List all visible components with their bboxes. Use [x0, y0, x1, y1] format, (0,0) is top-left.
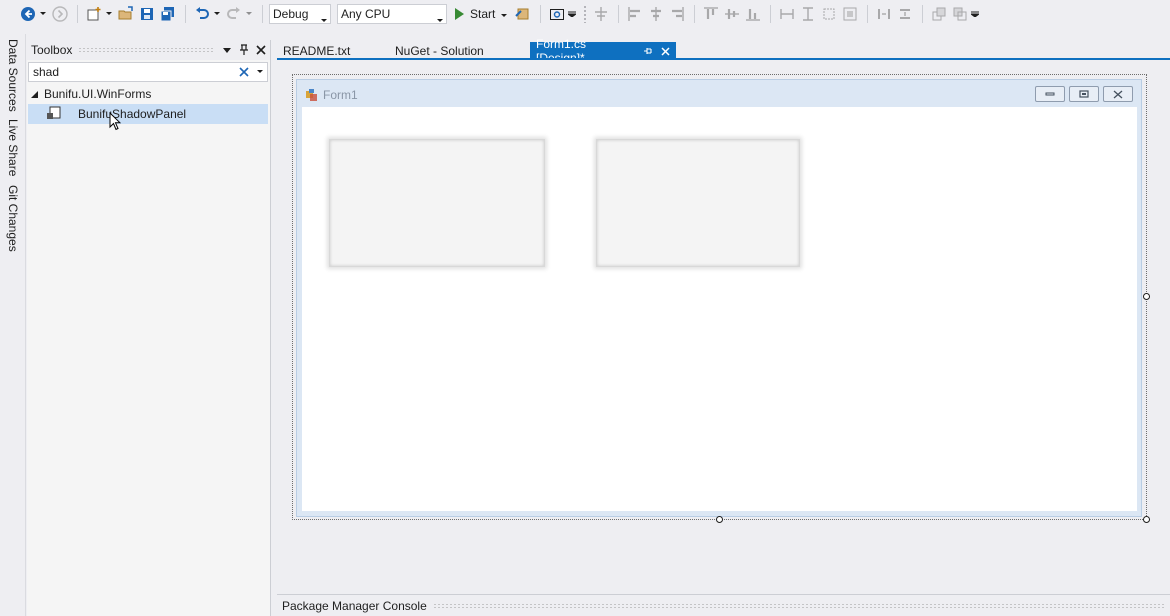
toolbox-group-label: Bunifu.UI.WinForms — [44, 87, 152, 101]
form-title: Form1 — [323, 88, 358, 102]
align-bottoms-icon[interactable] — [743, 4, 763, 24]
open-file-icon[interactable] — [116, 4, 136, 24]
new-project-dropdown-icon[interactable] — [105, 4, 113, 24]
close-button[interactable] — [1103, 86, 1133, 102]
side-tab-live-share[interactable]: Live Share — [6, 119, 20, 176]
form-caption-buttons — [1031, 86, 1133, 102]
size-to-grid-icon[interactable] — [840, 4, 860, 24]
start-label: Start — [470, 7, 496, 21]
align-lefts-icon[interactable] — [625, 4, 645, 24]
tab-label: NuGet - Solution — [395, 44, 484, 58]
bring-to-front-icon[interactable] — [929, 4, 949, 24]
redo-icon[interactable] — [224, 4, 244, 24]
side-tab-strip: Data Sources Live Share Git Changes — [0, 34, 26, 616]
toolbox-grip[interactable] — [78, 47, 213, 53]
toolbar-separator — [618, 5, 620, 23]
component-icon — [46, 106, 62, 122]
search-options-dropdown-icon[interactable] — [255, 70, 265, 74]
configuration-value: Debug — [273, 7, 309, 21]
toolbox-group-bunifu[interactable]: Bunifu.UI.WinForms — [31, 85, 151, 103]
toolbox-item-shadow-panel[interactable]: BunifuShadowPanel — [28, 104, 268, 124]
expanded-triangle-icon[interactable] — [31, 90, 38, 98]
toolbox-search-input[interactable] — [29, 63, 237, 81]
form-client-area[interactable] — [302, 107, 1137, 511]
toolbar-separator — [185, 5, 186, 23]
align-middles-icon[interactable] — [722, 4, 742, 24]
package-manager-console-tab[interactable]: Package Manager Console — [277, 594, 1170, 616]
navigate-back-dropdown-icon[interactable] — [39, 4, 47, 24]
toolbar-separator — [770, 5, 772, 23]
maximize-button[interactable] — [1069, 86, 1099, 102]
overflow-dropdown-icon[interactable] — [568, 4, 577, 24]
resize-handle-bottom[interactable] — [716, 516, 723, 523]
toolbox-item-label: BunifuShadowPanel — [78, 107, 187, 121]
align-centers-icon[interactable] — [646, 4, 666, 24]
close-icon[interactable] — [253, 42, 269, 58]
pin-tab-icon[interactable] — [643, 47, 653, 55]
document-tab-well: README.txt NuGet - Solution Form1.cs [De… — [277, 37, 1170, 65]
platform-select[interactable]: Any CPU — [337, 4, 447, 24]
browser-link-icon[interactable] — [513, 4, 533, 24]
toolbox-panel: Toolbox Bunifu.UI.WinForms BunifuShadowP… — [27, 40, 271, 616]
align-tops-icon[interactable] — [701, 4, 721, 24]
make-same-height-icon[interactable] — [798, 4, 818, 24]
pin-icon[interactable] — [236, 42, 252, 58]
toolbar-separator — [694, 5, 696, 23]
bottom-panel-label: Package Manager Console — [282, 598, 427, 613]
align-to-grid-icon[interactable] — [591, 4, 611, 24]
mouse-cursor-icon — [109, 111, 122, 134]
toolbar-separator — [540, 5, 542, 23]
toolbar-separator — [867, 5, 869, 23]
resize-handle-right[interactable] — [1143, 293, 1150, 300]
play-icon — [455, 8, 464, 20]
vertical-spacing-icon[interactable] — [895, 4, 915, 24]
clear-search-icon[interactable] — [237, 65, 251, 79]
form-title-bar: Form1 — [305, 88, 358, 102]
toolbox-search-box — [28, 62, 268, 82]
designer-form-window[interactable]: Form1 — [296, 79, 1142, 517]
form-designer-surface[interactable]: Form1 — [277, 60, 1170, 588]
shadow-panel-1[interactable] — [329, 139, 545, 267]
main-toolbar: Debug Any CPU Start — [0, 0, 1170, 28]
chevron-down-icon[interactable] — [501, 7, 508, 21]
save-all-icon[interactable] — [158, 4, 178, 24]
toolbar-grip[interactable] — [583, 5, 588, 23]
close-tab-icon[interactable] — [661, 46, 670, 56]
undo-icon[interactable] — [192, 4, 212, 24]
configuration-select[interactable]: Debug — [269, 4, 331, 24]
toolbar-separator — [77, 5, 78, 23]
navigate-forward-icon[interactable] — [50, 4, 70, 24]
horizontal-spacing-icon[interactable] — [874, 4, 894, 24]
save-icon[interactable] — [137, 4, 157, 24]
side-tab-git-changes[interactable]: Git Changes — [6, 185, 20, 252]
screenshot-camera-icon[interactable] — [547, 4, 567, 24]
tab-label: README.txt — [283, 44, 351, 58]
side-tab-data-sources[interactable]: Data Sources — [6, 39, 20, 112]
platform-value: Any CPU — [341, 7, 391, 21]
window-position-dropdown-icon[interactable] — [219, 42, 235, 58]
chevron-down-icon — [321, 12, 327, 26]
navigate-back-icon[interactable] — [18, 4, 38, 24]
toolbar-separator — [262, 5, 263, 23]
redo-dropdown-icon[interactable] — [245, 4, 253, 24]
undo-dropdown-icon[interactable] — [213, 4, 221, 24]
make-same-width-icon[interactable] — [777, 4, 797, 24]
minimize-button[interactable] — [1035, 86, 1065, 102]
send-to-back-icon[interactable] — [950, 4, 970, 24]
form-icon — [305, 88, 319, 102]
layout-overflow-dropdown-icon[interactable] — [971, 4, 980, 24]
align-rights-icon[interactable] — [667, 4, 687, 24]
toolbar-separator — [922, 5, 924, 23]
resize-handle-bottom-right[interactable] — [1143, 516, 1150, 523]
make-same-size-icon[interactable] — [819, 4, 839, 24]
chevron-down-icon — [437, 12, 443, 26]
start-debugging-button[interactable]: Start — [453, 4, 508, 24]
toolbox-title: Toolbox — [31, 43, 73, 57]
new-project-icon[interactable] — [84, 4, 104, 24]
shadow-panel-2[interactable] — [596, 139, 800, 267]
bottom-panel-grip[interactable] — [432, 602, 1164, 609]
toolbox-header[interactable]: Toolbox — [27, 40, 270, 60]
